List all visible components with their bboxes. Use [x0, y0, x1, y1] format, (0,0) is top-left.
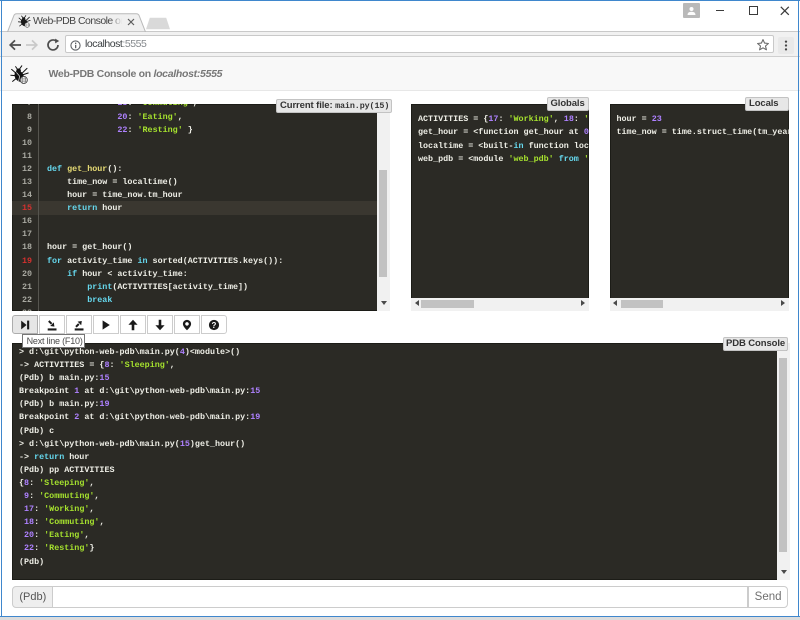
svg-text:?: ? — [211, 321, 216, 330]
